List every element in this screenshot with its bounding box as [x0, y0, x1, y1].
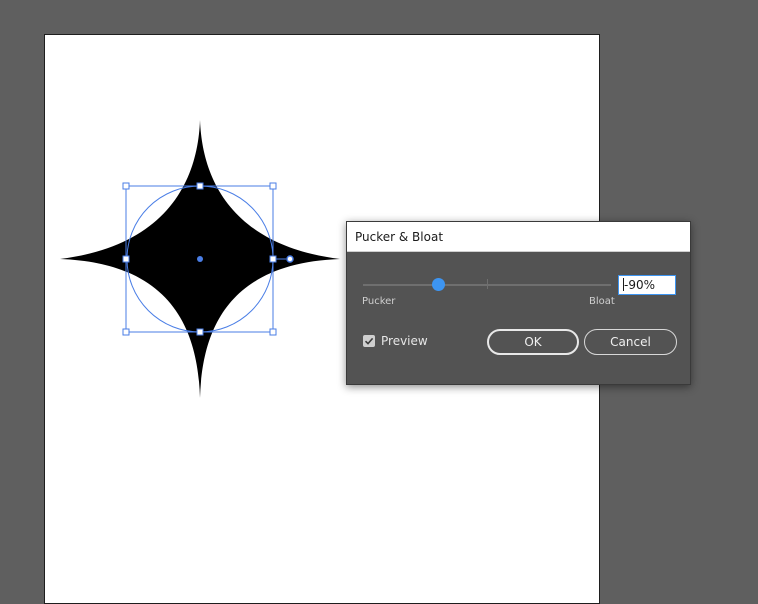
workspace: Pucker & Bloat -90% Pucker Bloat Preview… — [0, 0, 758, 604]
checkmark-icon — [364, 337, 374, 345]
preview-checkbox-row[interactable]: Preview — [363, 334, 428, 348]
value-text: -90% — [624, 278, 656, 292]
dialog-titlebar[interactable]: Pucker & Bloat — [347, 222, 690, 252]
preview-checkbox[interactable] — [363, 335, 375, 347]
pucker-bloat-slider-thumb[interactable] — [432, 278, 446, 291]
pucker-label: Pucker — [362, 296, 396, 307]
rotation-handle[interactable] — [286, 255, 294, 263]
pucker-bloat-value-input[interactable]: -90% — [618, 275, 676, 295]
dialog-title: Pucker & Bloat — [355, 230, 444, 244]
pucker-bloat-dialog: Pucker & Bloat -90% Pucker Bloat Preview… — [346, 221, 691, 385]
bbox-handle-bottom-center[interactable] — [196, 328, 204, 336]
cancel-button[interactable]: Cancel — [584, 329, 677, 355]
preview-label: Preview — [381, 334, 428, 348]
ok-button[interactable]: OK — [487, 329, 579, 355]
bbox-handle-middle-left[interactable] — [122, 255, 130, 263]
bbox-handle-top-left[interactable] — [122, 182, 130, 190]
bloat-label: Bloat — [589, 296, 615, 307]
bbox-handle-top-center[interactable] — [196, 182, 204, 190]
bbox-handle-bottom-right[interactable] — [269, 328, 277, 336]
bbox-handle-middle-right[interactable] — [269, 255, 277, 263]
center-point-icon — [197, 256, 203, 262]
bbox-handle-top-right[interactable] — [269, 182, 277, 190]
bbox-handle-bottom-left[interactable] — [122, 328, 130, 336]
slider-center-tick — [487, 279, 488, 289]
